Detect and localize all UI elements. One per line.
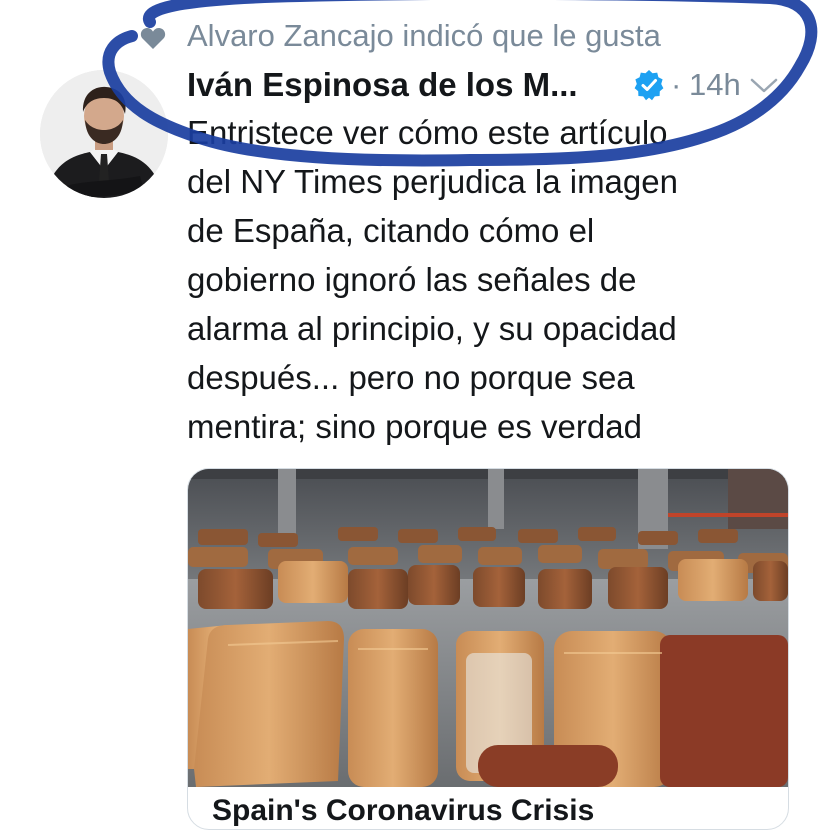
social-context-text: Alvaro Zancajo indicó que le gusta [187,18,661,53]
separator-dot: · [671,67,682,102]
chevron-down-icon[interactable] [749,74,779,96]
tweet-text-line: Entristece ver cómo este artículo [187,114,668,151]
timestamp[interactable]: 14h [689,60,741,110]
card-image [188,469,788,787]
tweet[interactable]: Alvaro Zancajo indicó que le gusta Iván … [0,0,828,830]
tweet-text-line: del NY Times perjudica la imagen [187,163,678,200]
tweet-text: Entristece ver cómo este artículo del NY… [187,108,787,451]
tweet-text-line: de España, citando cómo el [187,212,595,249]
tweet-text-line: gobierno ignoró las señales de [187,261,637,298]
tweet-text-line: después... pero no porque sea [187,359,635,396]
tweet-text-line: mentira; sino porque es verdad [187,408,642,445]
avatar[interactable] [40,70,168,198]
card-title: Spain's Coronavirus Crisis [212,794,595,827]
author-name[interactable]: Iván Espinosa de los M... [187,60,578,110]
link-card[interactable]: Spain's Coronavirus Crisis [187,468,789,830]
avatar-image [40,70,168,198]
tweet-text-line: alarma al principio, y su opacidad [187,310,677,347]
heart-icon [140,27,166,49]
verified-icon [634,70,664,101]
